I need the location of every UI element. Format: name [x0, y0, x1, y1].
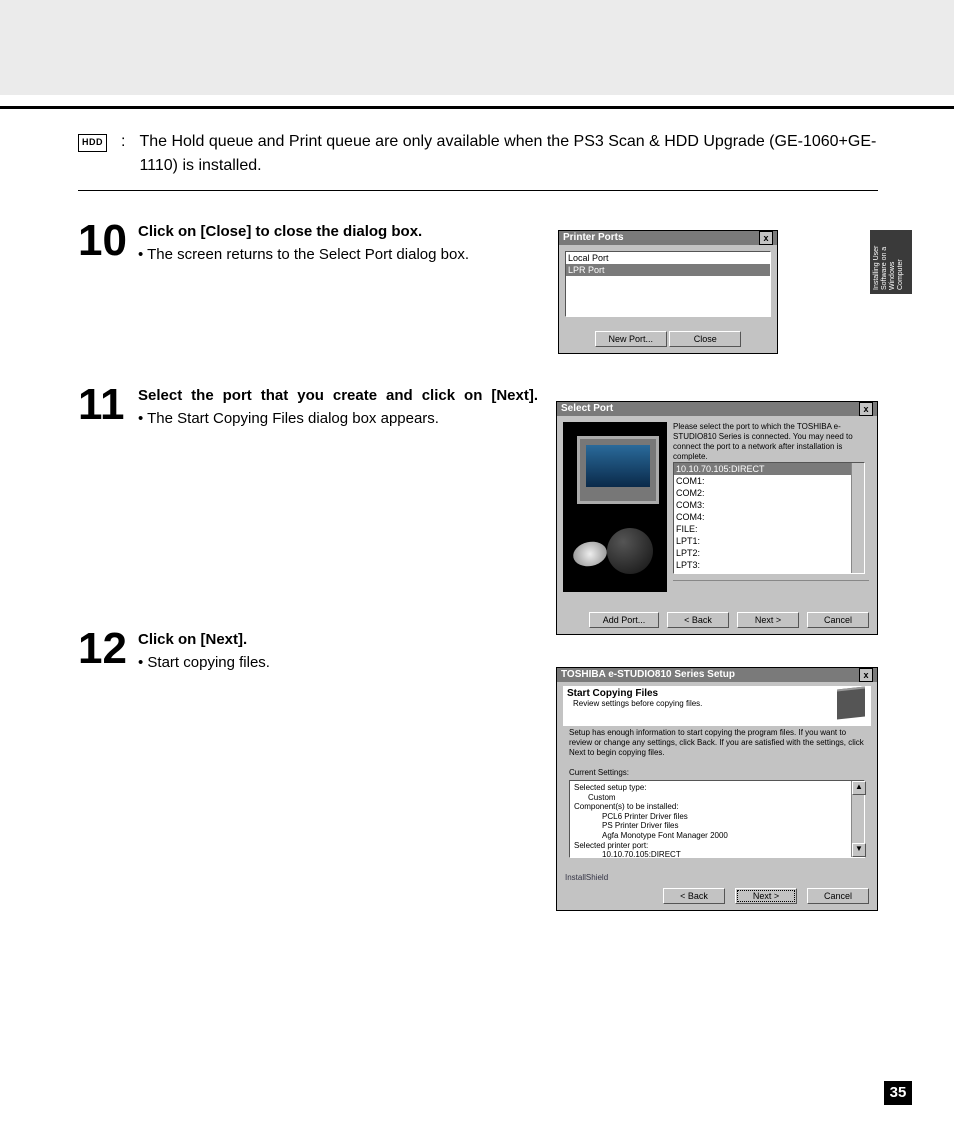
cd-icon	[571, 539, 609, 570]
settings-line: Custom	[574, 793, 860, 803]
select-port-dialog: Select Port x Please select the port to …	[556, 401, 878, 635]
note-divider	[78, 190, 878, 191]
select-port-instruction: Please select the port to which the TOSH…	[673, 422, 869, 462]
hdd-icon: HDD	[78, 134, 107, 152]
close-icon[interactable]: x	[759, 231, 773, 245]
printer-ports-title: Printer Ports	[563, 231, 624, 245]
wizard-art	[563, 422, 667, 592]
step-number-12: 12	[78, 629, 134, 669]
step-11-title: Select the port that you create and clic…	[138, 385, 538, 406]
close-button[interactable]: Close	[669, 331, 741, 347]
settings-line: Selected printer port:	[574, 841, 860, 851]
start-copying-note: Setup has enough information to start co…	[569, 728, 865, 758]
back-button[interactable]: < Back	[663, 888, 725, 904]
printer-ports-listbox[interactable]: Local Port LPR Port	[565, 251, 771, 317]
settings-line: Component(s) to be installed:	[574, 802, 860, 812]
start-copying-header-title: Start Copying Files	[567, 688, 867, 699]
start-copying-title: TOSHIBA e-STUDIO810 Series Setup	[561, 668, 735, 682]
new-port-button[interactable]: New Port...	[595, 331, 667, 347]
settings-line: PS Printer Driver files	[574, 821, 860, 831]
page-number: 35	[884, 1081, 912, 1105]
start-copying-header-sub: Review settings before copying files.	[573, 699, 867, 708]
list-item[interactable]: COM1:	[674, 475, 864, 487]
installshield-label: InstallShield	[565, 873, 608, 882]
step-12-title: Click on [Next].	[138, 629, 538, 650]
next-button[interactable]: Next >	[735, 888, 797, 904]
settings-line: PCL6 Printer Driver files	[574, 812, 860, 822]
hdd-note-text: The Hold queue and Print queue are only …	[139, 130, 878, 178]
page-header-band	[0, 0, 954, 95]
start-copying-dialog: TOSHIBA e-STUDIO810 Series Setup x Start…	[556, 667, 878, 911]
start-copying-titlebar: TOSHIBA e-STUDIO810 Series Setup x	[557, 668, 877, 682]
list-item[interactable]: LPR Port	[566, 264, 770, 276]
settings-line: 10.10.70.105:DIRECT	[574, 850, 860, 860]
list-item[interactable]: LPT2:	[674, 547, 864, 559]
select-port-titlebar: Select Port x	[557, 402, 877, 416]
next-button[interactable]: Next >	[737, 612, 799, 628]
list-item[interactable]: COM4:	[674, 511, 864, 523]
settings-line: Selected setup type:	[574, 783, 860, 793]
scroll-down-icon[interactable]: ▼	[852, 843, 866, 857]
back-button[interactable]: < Back	[667, 612, 729, 628]
list-item[interactable]: Local Port	[566, 252, 770, 264]
step-number-11: 11	[78, 385, 134, 425]
close-icon[interactable]: x	[859, 668, 873, 682]
settings-line: Agfa Monotype Font Manager 2000	[574, 831, 860, 841]
list-item[interactable]: LPT3:	[674, 559, 864, 571]
list-item[interactable]: 10.10.70.105:DIRECT	[674, 463, 864, 475]
scroll-up-icon[interactable]: ▲	[852, 781, 866, 795]
disk-icon	[837, 687, 865, 720]
scrollbar[interactable]: ▲ ▼	[851, 781, 864, 857]
printer-ports-titlebar: Printer Ports x	[559, 231, 777, 245]
cancel-button[interactable]: Cancel	[807, 888, 869, 904]
current-settings-label: Current Settings:	[569, 768, 629, 777]
list-item[interactable]: COM3:	[674, 499, 864, 511]
step-12-bullet: • Start copying files.	[138, 652, 538, 673]
start-copying-header: Start Copying Files Review settings befo…	[563, 686, 871, 726]
list-item[interactable]: LPT1:	[674, 535, 864, 547]
page-header-rule	[0, 106, 954, 109]
add-port-button[interactable]: Add Port...	[589, 612, 659, 628]
select-port-listbox[interactable]: 10.10.70.105:DIRECT COM1: COM2: COM3: CO…	[673, 462, 865, 574]
current-settings-box: Selected setup type: Custom Component(s)…	[569, 780, 865, 858]
printer-ports-dialog: Printer Ports x Local Port LPR Port New …	[558, 230, 778, 354]
step-number-10: 10	[78, 221, 134, 261]
step-10-title: Click on [Close] to close the dialog box…	[138, 221, 538, 242]
monitor-icon	[577, 436, 659, 504]
hdd-note-row: HDD : The Hold queue and Print queue are…	[78, 130, 878, 178]
divider	[673, 580, 869, 581]
list-item[interactable]: COM2:	[674, 487, 864, 499]
close-icon[interactable]: x	[859, 402, 873, 416]
cancel-button[interactable]: Cancel	[807, 612, 869, 628]
list-item[interactable]: FILE:	[674, 523, 864, 535]
globe-icon	[607, 528, 653, 574]
step-11-bullet: • The Start Copying Files dialog box app…	[138, 408, 538, 429]
step-10-bullet: • The screen returns to the Select Port …	[138, 244, 538, 265]
select-port-title: Select Port	[561, 402, 613, 416]
scrollbar[interactable]	[851, 463, 864, 573]
hdd-colon: :	[121, 130, 125, 154]
